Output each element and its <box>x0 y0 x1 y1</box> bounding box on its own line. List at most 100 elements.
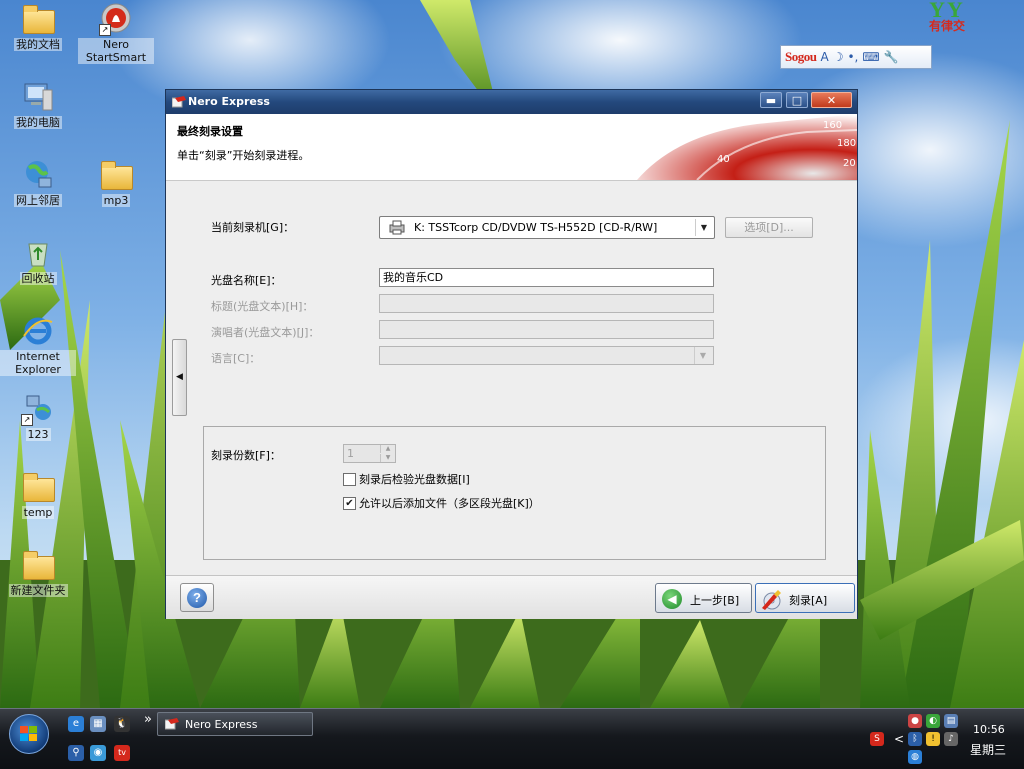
computer-icon <box>21 80 55 114</box>
close-button[interactable]: ✕ <box>811 92 852 108</box>
nero-app-icon <box>165 718 179 730</box>
desktop-icon-temp[interactable]: temp <box>0 470 76 519</box>
desktop-icon-label: 123 <box>25 428 51 441</box>
desktop-icon-label: 我的文档 <box>14 38 62 51</box>
desktop-quicklaunch-icon[interactable]: ▦ <box>90 716 106 732</box>
desktop-icon-recycle-bin[interactable]: 回收站 <box>0 236 76 285</box>
sogou-tray-icon[interactable]: S <box>870 732 884 746</box>
wrench-icon[interactable]: 🔧 <box>884 50 899 64</box>
desktop-icon-nero-startsmart[interactable]: ↗ Nero StartSmart <box>78 2 154 64</box>
copies-label: 刻录份数[F]： <box>211 449 281 462</box>
volume-tray-icon[interactable]: ♪ <box>944 732 958 746</box>
copies-value: 1 <box>347 447 354 460</box>
nero-express-window: Nero Express ▬ □ ✕ 最终刻录设置 单击“刻录”开始刻录进程。 … <box>165 89 858 619</box>
desktop-icon-my-documents[interactable]: 我的文档 <box>0 2 76 51</box>
title-input[interactable] <box>379 294 714 313</box>
stepper-down-icon[interactable]: ▼ <box>380 454 395 462</box>
wizard-header: 最终刻录设置 单击“刻录”开始刻录进程。 160 180 20 40 <box>166 114 857 181</box>
disc-name-label: 光盘名称[E]： <box>211 274 282 287</box>
wizard-footer: ? ◀ 上一步[B] 刻录[A] <box>166 575 857 619</box>
artist-input[interactable] <box>379 320 714 339</box>
back-button-label: 上一步[B] <box>690 594 740 607</box>
globe-tray-icon[interactable]: ◍ <box>908 750 922 764</box>
speedo-tick-180: 180 <box>837 138 856 149</box>
page-title: 最终刻录设置 <box>177 125 243 138</box>
font-icon[interactable]: A <box>820 50 828 64</box>
chevron-down-icon[interactable]: ▼ <box>695 219 712 236</box>
desktop-icon-mp3[interactable]: mp3 <box>78 158 154 207</box>
clock-day[interactable]: 星期三 <box>970 741 1006 758</box>
tv-quicklaunch-icon[interactable]: tv <box>114 745 130 761</box>
arrow-left-icon: ◀ <box>662 589 682 609</box>
artist-label: 演唱者(光盘文本)[J]： <box>211 326 320 339</box>
recorder-select[interactable]: K: TSSTcorp CD/DVDW TS-H552D [CD-R/RW] ▼ <box>379 216 715 239</box>
maximize-button[interactable]: □ <box>786 92 808 108</box>
side-panel-toggle[interactable]: ◀ <box>172 339 187 416</box>
disc-name-input[interactable]: 我的音乐CD <box>379 268 714 287</box>
window-title: Nero Express <box>188 95 270 108</box>
desktop-icon-label: 回收站 <box>19 272 57 285</box>
qq-penguin-icon[interactable]: 🐧 <box>114 716 130 732</box>
help-icon: ? <box>187 588 207 608</box>
desktop-icon-new-folder[interactable]: 新建文件夹 <box>0 548 76 597</box>
burn-button[interactable]: 刻录[A] <box>755 583 855 613</box>
window-titlebar[interactable]: Nero Express ▬ □ ✕ <box>166 90 857 114</box>
taskbar-item-nero-express[interactable]: Nero Express <box>157 712 313 736</box>
speedometer-graphic: 160 180 20 40 <box>637 114 857 180</box>
verify-checkbox[interactable] <box>343 473 356 486</box>
start-button[interactable] <box>9 714 49 754</box>
burn-options-group <box>203 426 826 560</box>
browser-quicklaunch-icon[interactable]: ◉ <box>90 745 106 761</box>
folder-icon <box>21 470 55 504</box>
desktop-icon-label: Internet Explorer <box>0 350 76 376</box>
stepper-up-icon[interactable]: ▲ <box>380 445 395 453</box>
yy-logo: YY 有律交 <box>912 0 982 34</box>
system-tray: S < ● ◐ ▤ ᛒ ! ♪ ◍ <box>862 709 1024 769</box>
warning-tray-icon[interactable]: ! <box>926 732 940 746</box>
desktop-icon-label: 我的电脑 <box>14 116 62 129</box>
folder-icon <box>99 158 133 192</box>
language-select[interactable]: ▼ <box>379 346 714 365</box>
clock-time[interactable]: 10:56 <box>973 723 1005 736</box>
speedo-tick-40: 40 <box>717 154 730 165</box>
network-globe-icon <box>21 158 55 192</box>
desktop-icon-internet-explorer[interactable]: Internet Explorer <box>0 314 76 376</box>
sogou-toolbar[interactable]: Sogou A ☽ •, ⌨ 🔧 <box>780 45 932 69</box>
desktop-icon-my-computer[interactable]: 我的电脑 <box>0 80 76 129</box>
desktop-icon-label: 网上邻居 <box>14 194 62 207</box>
shortcut-arrow-icon: ↗ <box>21 414 33 426</box>
verify-label[interactable]: 刻录后检验光盘数据[I] <box>359 471 470 487</box>
desktop-icon-label: Nero StartSmart <box>78 38 154 64</box>
network-tray-icon[interactable]: ▤ <box>944 714 958 728</box>
quicklaunch-expand-icon[interactable]: » <box>140 712 156 728</box>
back-button[interactable]: ◀ 上一步[B] <box>655 583 752 613</box>
taskbar-item-label: Nero Express <box>185 718 258 731</box>
yy-logo-text: YY <box>929 0 965 22</box>
desktop-icon-123[interactable]: ↗ 123 <box>0 392 76 441</box>
desktop-icon-network[interactable]: 网上邻居 <box>0 158 76 207</box>
moon-icon[interactable]: ☽ <box>833 50 844 64</box>
multisession-label[interactable]: 允许以后添加文件（多区段光盘[K]） <box>359 495 540 511</box>
options-button[interactable]: 选项[D]... <box>725 217 813 238</box>
multisession-checkbox[interactable]: ✔ <box>343 497 356 510</box>
yy-logo-subtext: 有律交 <box>928 19 965 33</box>
punctuation-icon[interactable]: •, <box>847 50 858 64</box>
wizard-content: 当前刻录机[G]： K: TSSTcorp CD/DVDW TS-H552D [… <box>166 181 857 575</box>
bluetooth-tray-icon[interactable]: ᛒ <box>908 732 922 746</box>
search-icon[interactable]: ⚲ <box>68 745 84 761</box>
security-tray-icon[interactable]: ● <box>908 714 922 728</box>
recycle-bin-icon <box>21 236 55 270</box>
ie-quicklaunch-icon[interactable]: e <box>68 716 84 732</box>
printer-icon <box>389 220 405 235</box>
tray-expand-icon[interactable]: < <box>892 732 906 746</box>
copies-stepper[interactable]: 1 ▲ ▼ <box>343 444 396 463</box>
page-subtitle: 单击“刻录”开始刻录进程。 <box>177 149 310 162</box>
folder-icon <box>21 2 55 36</box>
help-button[interactable]: ? <box>180 583 214 612</box>
shield-tray-icon[interactable]: ◐ <box>926 714 940 728</box>
chevron-down-icon[interactable]: ▼ <box>694 347 711 364</box>
minimize-button[interactable]: ▬ <box>760 92 782 108</box>
keyboard-icon[interactable]: ⌨ <box>862 50 879 64</box>
title-label: 标题(光盘文本)[H]： <box>211 300 314 313</box>
speedo-tick-20: 20 <box>843 158 856 169</box>
